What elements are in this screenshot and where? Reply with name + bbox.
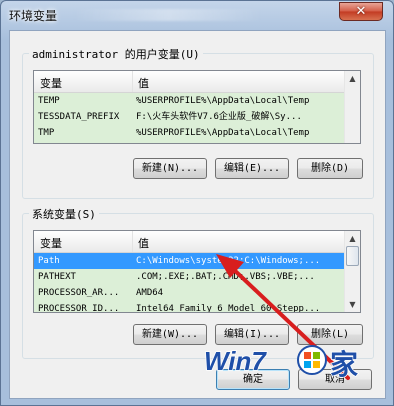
list-item-selected[interactable]: Path C:\Windows\system32;C:\Windows;... <box>34 253 344 269</box>
list-item[interactable]: PROCESSOR_ID... Intel64 Family 6 Model 6… <box>34 301 344 313</box>
system-vars-label: 系统变量(S) <box>29 206 99 222</box>
variable-value: .COM;.EXE;.BAT;.CMD;.VBS;.VBE;... <box>136 272 315 282</box>
scroll-down-icon[interactable]: ▼ <box>346 298 359 311</box>
column-header-name[interactable]: 变量 <box>34 71 133 92</box>
variable-name: PROCESSOR_ID... <box>38 304 120 313</box>
close-button[interactable]: ✕ <box>339 2 383 21</box>
user-vars-label: administrator 的用户变量(U) <box>29 46 203 62</box>
user-vars-group: administrator 的用户变量(U) 变量 值 TEMP %USERPR… <box>22 46 374 199</box>
variable-name: Path <box>38 256 60 266</box>
list-body: Path C:\Windows\system32;C:\Windows;... … <box>34 253 344 312</box>
window-title: 环境变量 <box>9 9 58 23</box>
user-delete-button[interactable]: 删除(D) <box>297 158 363 179</box>
list-item[interactable]: TESSDATA_PREFIX F:\火车头软件V7.6企业版_破解\Sy... <box>34 109 344 125</box>
variable-value: Intel64 Family 6 Model 60 Stepp... <box>136 304 321 313</box>
variable-value: %USERPROFILE%\AppData\Local\Temp <box>136 128 310 138</box>
variable-value: C:\Windows\system32;C:\Windows;... <box>136 256 321 266</box>
scroll-up-icon[interactable]: ▲ <box>346 72 359 85</box>
system-new-button[interactable]: 新建(W)... <box>133 324 207 345</box>
list-header: 变量 值 <box>34 231 344 253</box>
variable-name: PROCESSOR_AR... <box>38 288 120 298</box>
scroll-thumb[interactable] <box>346 246 359 266</box>
variable-value: F:\火车头软件V7.6企业版_破解\Sy... <box>136 112 302 122</box>
vertical-scrollbar[interactable]: ▲ ▼ <box>344 231 360 312</box>
user-vars-list[interactable]: 变量 值 TEMP %USERPROFILE%\AppData\Local\Te… <box>33 70 361 144</box>
column-header-name[interactable]: 变量 <box>34 231 133 252</box>
watermark-logo-icon: Win7 家 <box>203 345 359 382</box>
vertical-scrollbar[interactable]: ▲ <box>344 71 360 143</box>
variable-name: TEMP <box>38 96 60 106</box>
variable-value: %USERPROFILE%\AppData\Local\Temp <box>136 96 310 106</box>
variable-name: TESSDATA_PREFIX <box>38 112 120 122</box>
scroll-up-icon[interactable]: ▲ <box>346 232 359 245</box>
title-bar-blur <box>73 9 263 21</box>
list-item[interactable]: PROCESSOR_AR... AMD64 <box>34 285 344 301</box>
variable-name: PATHEXT <box>38 272 76 282</box>
svg-text:Win7: Win7 <box>204 346 267 376</box>
column-header-value[interactable]: 值 <box>132 231 344 252</box>
site-watermark: Win7 家 <box>200 340 380 390</box>
system-vars-group: 系统变量(S) 变量 值 Path C:\Windows\system32;C:… <box>22 206 374 359</box>
system-vars-list[interactable]: 变量 值 Path C:\Windows\system32;C:\Windows… <box>33 230 361 313</box>
user-edit-button[interactable]: 编辑(E)... <box>215 158 289 179</box>
user-new-button[interactable]: 新建(N)... <box>133 158 207 179</box>
list-header: 变量 值 <box>34 71 344 93</box>
variable-value: AMD64 <box>136 288 164 298</box>
list-item[interactable]: TMP %USERPROFILE%\AppData\Local\Temp <box>34 125 344 141</box>
list-item[interactable]: PATHEXT .COM;.EXE;.BAT;.CMD;.VBS;.VBE;..… <box>34 269 344 285</box>
close-icon: ✕ <box>355 4 367 19</box>
svg-text:家: 家 <box>330 348 358 381</box>
list-item[interactable]: TEMP %USERPROFILE%\AppData\Local\Temp <box>34 93 344 109</box>
list-body: TEMP %USERPROFILE%\AppData\Local\Temp TE… <box>34 93 344 143</box>
title-bar[interactable]: 环境变量 ✕ <box>1 1 393 29</box>
variable-name: TMP <box>38 128 55 138</box>
column-header-value[interactable]: 值 <box>132 71 344 92</box>
